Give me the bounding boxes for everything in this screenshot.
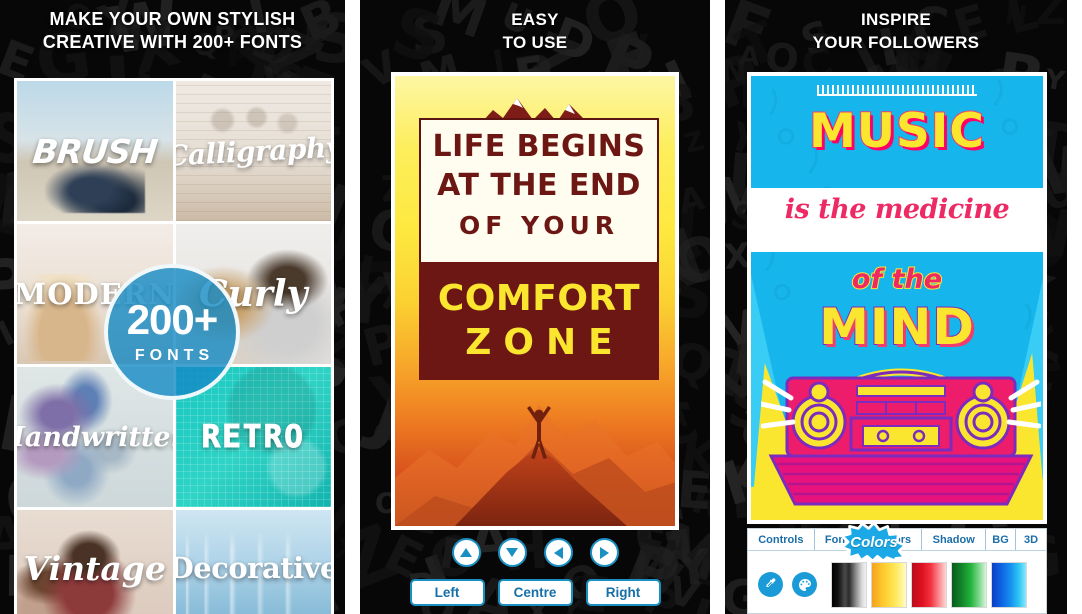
headline-line-2: CREATIVE WITH 200+ FONTS — [42, 32, 303, 52]
swatch-blue[interactable] — [991, 561, 1027, 608]
move-down-button[interactable] — [497, 538, 527, 567]
panel-fonts-headline: MAKE YOUR OWN STYLISH CREATIVE WITH 200+… — [0, 0, 345, 54]
eyedropper-icon[interactable] — [758, 572, 783, 597]
tab-bg[interactable]: BG — [986, 529, 1017, 550]
alignment-button-group: Left Centre Right — [409, 579, 661, 606]
screenshot-gallery: RNCSUXMJOPBJWHDTZPQCUALBVNRVMGXMPNIVWXZE… — [0, 0, 1082, 614]
swatch-red[interactable] — [911, 561, 947, 608]
ruler-decoration — [817, 85, 977, 96]
comfort-zone-poster[interactable]: LIFE BEGINS AT THE END OF YOUR COMFORT Z… — [391, 72, 679, 530]
poster-line-3: OF YOUR — [458, 211, 620, 240]
arrow-down-icon — [506, 548, 518, 557]
music-poster[interactable]: MUSIC is the medicine of the MIND — [747, 72, 1047, 524]
move-left-button[interactable] — [543, 538, 573, 567]
panel-divider-2 — [710, 0, 725, 614]
tab-shadow[interactable]: Shadow — [922, 529, 987, 550]
arrow-button-group — [451, 538, 619, 567]
font-cell-decorative[interactable]: Decorative — [175, 510, 332, 614]
arrow-right-icon — [599, 546, 609, 559]
font-label-decorative: Decorative — [175, 551, 332, 585]
headline-line-2: YOUR FOLLOWERS — [812, 33, 980, 52]
headline-line-1: INSPIRE — [860, 10, 932, 29]
align-centre-button[interactable]: Centre — [497, 579, 573, 606]
poster-highlight-1: COMFORT — [437, 278, 641, 319]
font-label-brush: BRUSH — [30, 131, 159, 171]
headline-line-2: TO USE — [502, 33, 568, 52]
panel-inspire: WGMLNLSCKTZXNYMQRPWRRVIECPUZSIUURYFQCVKF… — [725, 0, 1067, 614]
fonts-count-badge: 200+ FONTS — [104, 264, 240, 400]
font-label-vintage: Vintage — [23, 548, 166, 588]
text-editor-toolbar: Controls Fonts Colors Shadow BG 3D Color… — [747, 522, 1047, 614]
poster-line-medicine: is the medicine — [784, 194, 1010, 225]
retro-boombox-graphic — [761, 368, 1041, 506]
headline-line-1: EASY — [511, 10, 559, 29]
badge-caption: FONTS — [134, 347, 215, 364]
align-right-button[interactable]: Right — [585, 579, 661, 606]
font-cell-vintage[interactable]: Vintage — [17, 510, 173, 614]
arrow-up-icon — [460, 548, 472, 557]
move-up-button[interactable] — [451, 538, 481, 567]
text-position-controls: Left Centre Right — [360, 538, 710, 606]
font-cell-calligraphy[interactable]: Calligraphy — [175, 81, 331, 221]
align-left-button[interactable]: Left — [409, 579, 485, 606]
poster-line-music: MUSIC — [808, 103, 985, 160]
poster-line-mind: MIND — [818, 297, 975, 357]
font-cell-brush[interactable]: BRUSH — [17, 81, 173, 221]
panel-easy-headline: EASY TO USE — [360, 0, 710, 54]
poster-highlight-2: ZONE — [465, 322, 625, 363]
poster-line-of-the: of the — [851, 263, 943, 296]
font-label-retro: RETRO — [198, 419, 309, 456]
palette-icon[interactable] — [792, 572, 817, 597]
panel-fonts: RNCSUXMJOPBJWHDTZPQCUALBVNRVMGXMPNIVWXZE… — [0, 0, 345, 614]
poster-highlight-box: COMFORT ZONE — [419, 262, 659, 380]
font-label-handwritten: Handwritten — [17, 421, 173, 453]
arrow-left-icon — [553, 546, 563, 559]
colors-badge-label: Colors — [850, 533, 898, 551]
color-swatches — [831, 561, 1027, 608]
tab-3d[interactable]: 3D — [1016, 529, 1046, 550]
panel-divider-1 — [345, 0, 360, 614]
headline-line-1: MAKE YOUR OWN STYLISH — [49, 9, 296, 29]
badge-number: 200+ — [126, 296, 219, 343]
swatch-grayscale[interactable] — [831, 561, 867, 608]
colors-active-badge[interactable]: Colors — [840, 522, 908, 562]
panel-easy-to-use: QSPTPFCKIYQRDVZADEPOGYDOJMZGHHLVJCSPEBXK… — [360, 0, 710, 614]
poster-line-2: AT THE END — [437, 168, 641, 203]
swatch-yellow[interactable] — [871, 561, 907, 608]
tab-controls[interactable]: Controls — [748, 529, 815, 550]
panel-inspire-headline: INSPIRE YOUR FOLLOWERS — [725, 0, 1067, 54]
move-right-button[interactable] — [589, 538, 619, 567]
swatch-green[interactable] — [951, 561, 987, 608]
poster-line-1: LIFE BEGINS — [432, 129, 646, 164]
